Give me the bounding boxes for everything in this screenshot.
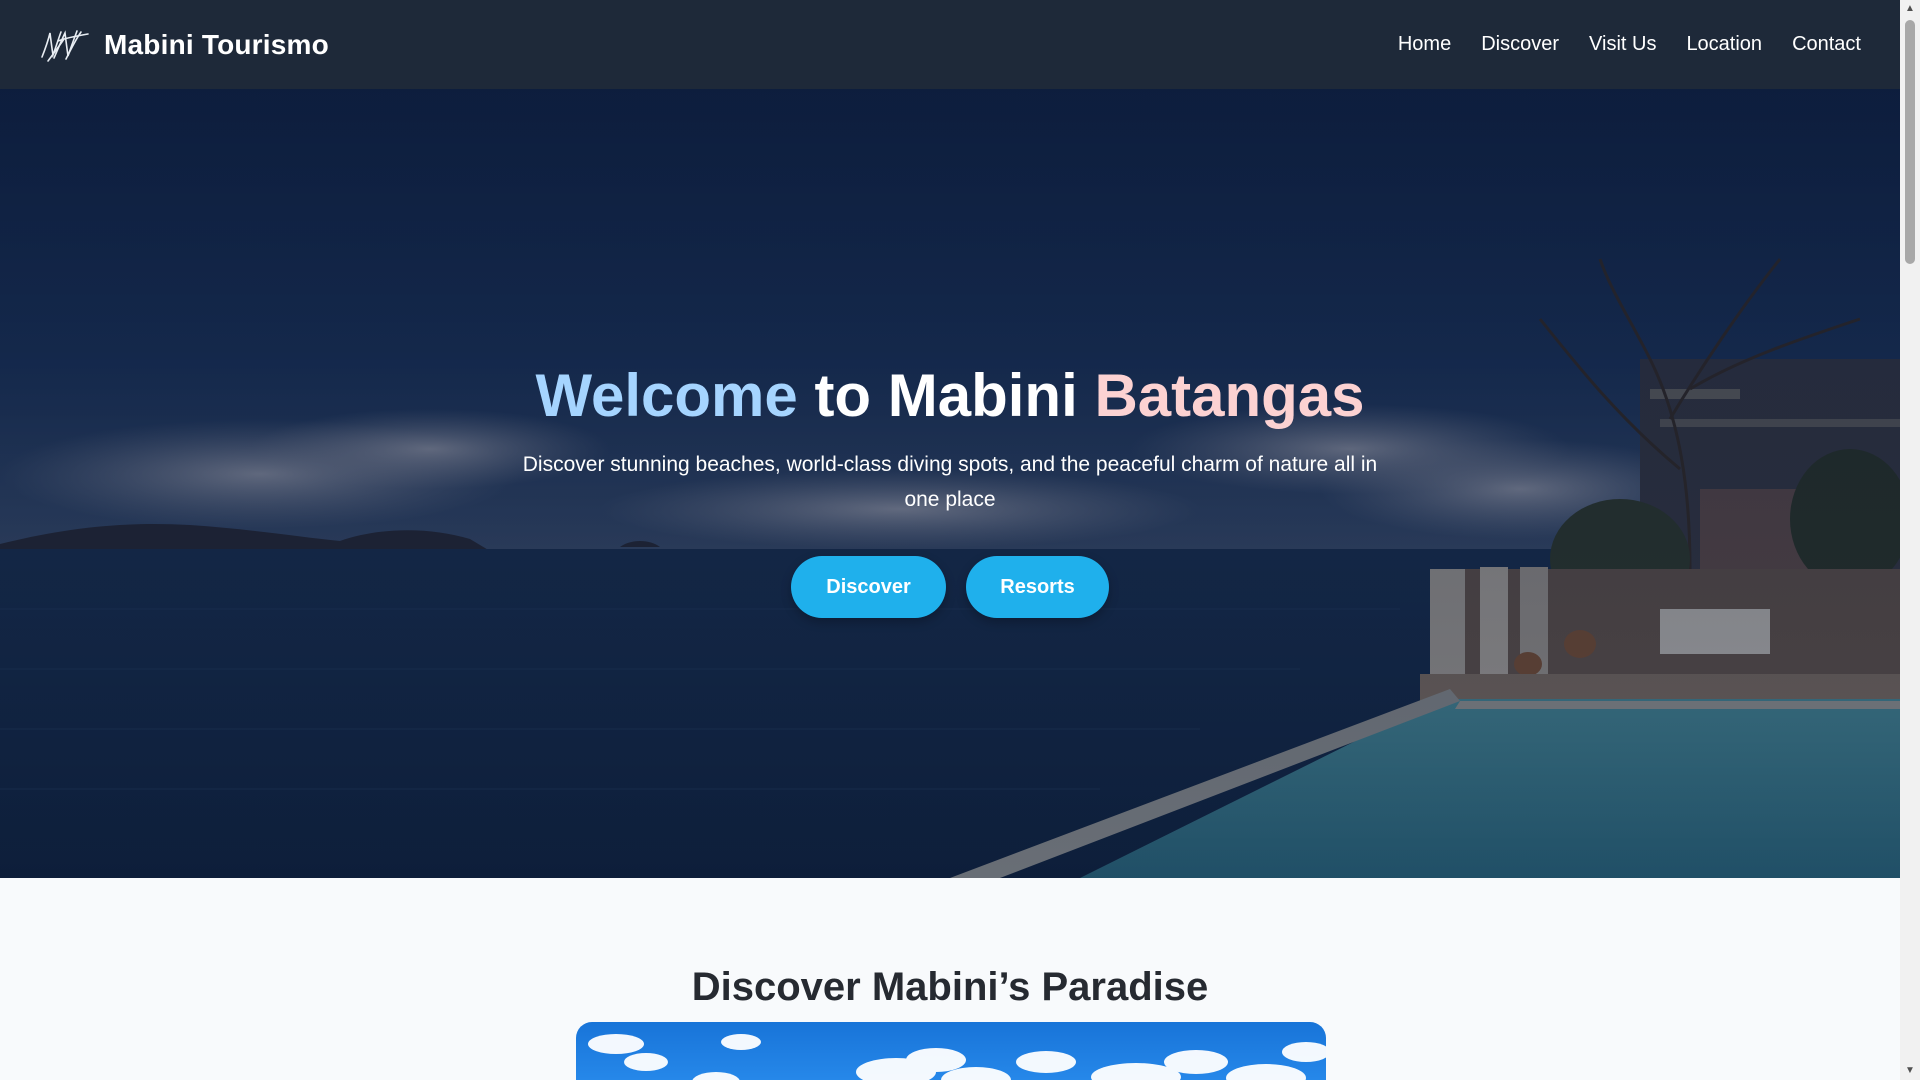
hero-buttons: Discover Resorts	[0, 556, 1900, 618]
signature-logo-icon	[41, 29, 89, 62]
hero-title: Welcome to Mabini Batangas	[0, 363, 1900, 429]
nav-link-visit-us[interactable]: Visit Us	[1589, 33, 1656, 56]
discover-button[interactable]: Discover	[791, 556, 946, 618]
brand-name: Mabini Tourismo	[104, 28, 329, 60]
brand[interactable]: Mabini Tourismo	[40, 27, 329, 63]
triangle-up-icon[interactable]: ▲	[1900, 0, 1920, 18]
page: Mabini Tourismo Home Discover Visit Us L…	[0, 0, 1920, 1080]
nav-link-contact[interactable]: Contact	[1792, 33, 1861, 56]
hero-title-batangas: Batangas	[1094, 362, 1365, 429]
nav-link-home[interactable]: Home	[1398, 33, 1451, 56]
hero-title-welcome: Welcome	[535, 362, 798, 429]
top-navbar: Mabini Tourismo Home Discover Visit Us L…	[0, 0, 1900, 89]
discover-section-title: Discover Mabini’s Paradise	[691, 965, 1209, 1009]
main-nav: Home Discover Visit Us Location Contact	[1398, 33, 1861, 56]
nav-link-location[interactable]: Location	[1686, 33, 1762, 56]
hero-content: Welcome to Mabini Batangas Discover stun…	[0, 89, 1900, 878]
discover-section: Discover Mabini’s Paradise	[0, 878, 1900, 1080]
triangle-down-icon[interactable]: ▼	[1900, 1062, 1920, 1080]
scrollbar-thumb[interactable]	[1905, 20, 1915, 264]
nav-link-discover[interactable]: Discover	[1481, 33, 1559, 56]
browser-viewport: Mabini Tourismo Home Discover Visit Us L…	[0, 0, 1900, 1080]
hero-subtitle: Discover stunning beaches, world-class d…	[522, 453, 1378, 511]
paradise-image	[576, 1022, 1326, 1080]
hero-title-mabini: Mabini	[887, 362, 1078, 429]
vertical-scrollbar[interactable]: ▲ ▼	[1900, 0, 1920, 1080]
sky-clouds-image	[576, 1022, 1326, 1080]
hero-section: Welcome to Mabini Batangas Discover stun…	[0, 89, 1900, 878]
hero-title-to: to	[814, 362, 872, 429]
resorts-button[interactable]: Resorts	[966, 556, 1109, 618]
